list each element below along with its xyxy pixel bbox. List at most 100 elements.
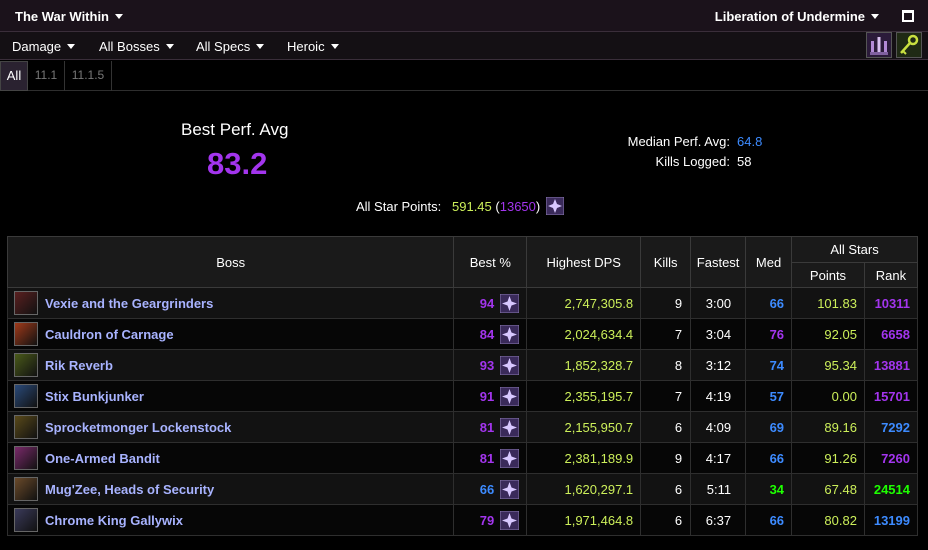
best-pct-value: 81 <box>479 419 495 435</box>
highest-dps-cell: 2,381,189.9 <box>526 442 642 474</box>
boss-cell: Cauldron of Carnage <box>6 318 455 350</box>
table-row: Sprocketmonger Lockenstock 81 2,155,950.7 6… <box>6 411 919 443</box>
expansion-label: The War Within <box>15 9 110 24</box>
kills-cell: 7 <box>640 380 692 412</box>
expansion-selector[interactable]: The War Within <box>15 9 124 24</box>
boss-name-link[interactable]: Chrome King Gallywix <box>45 513 183 528</box>
zone-label: Liberation of Undermine <box>714 9 865 24</box>
boss-name-link[interactable]: One-Armed Bandit <box>45 451 160 466</box>
allstar-rank: 13650 <box>499 199 536 214</box>
allstar-rank-cell: 13881 <box>863 349 919 381</box>
boss-rows: Vexie and the Geargrinders 94 2,747,305.8 9… <box>6 287 919 536</box>
spec-icon[interactable] <box>500 355 520 375</box>
allstar-rank-cell: 7292 <box>863 411 919 443</box>
tab-11-1-5[interactable]: 11.1.5 <box>65 61 112 91</box>
best-pct-wrap: 66 <box>454 479 526 499</box>
chevron-down-icon <box>165 44 174 50</box>
header-med[interactable]: Med <box>745 236 793 288</box>
chevron-down-icon <box>115 14 124 20</box>
kills-logged-value: 58 <box>737 154 752 169</box>
median-cell: 66 <box>745 442 793 474</box>
header-rank[interactable]: Rank <box>863 262 919 288</box>
header-boss[interactable]: Boss <box>6 236 455 288</box>
best-pct-value: 84 <box>479 326 495 342</box>
allstar-points-cell: 91.26 <box>791 442 865 474</box>
boss-name-link[interactable]: Cauldron of Carnage <box>45 327 174 342</box>
kills-cell: 9 <box>640 442 692 474</box>
best-pct-cell: 94 <box>453 287 528 319</box>
filter-bar: Damage All Bosses All Specs Heroic <box>0 32 928 60</box>
header-allstars: All Stars <box>791 236 918 263</box>
boss-cell: Sprocketmonger Lockenstock <box>6 411 455 443</box>
raid-icon[interactable] <box>866 32 892 58</box>
patch-tabs: All 11.1 11.1.5 <box>0 61 928 91</box>
boss-cell: Stix Bunkjunker <box>6 380 455 412</box>
filter-label: All Specs <box>196 39 251 54</box>
filter-label: Damage <box>12 39 62 54</box>
fastest-cell: 3:12 <box>690 349 747 381</box>
spec-icon[interactable] <box>500 510 520 530</box>
zone-selector[interactable]: Liberation of Undermine <box>715 9 879 24</box>
median-perf-label: Median Perf. Avg: <box>627 134 730 149</box>
allstar-icon[interactable] <box>545 196 565 216</box>
fastest-cell: 3:04 <box>690 318 747 350</box>
best-pct-cell: 84 <box>453 318 528 350</box>
tab-11-1[interactable]: 11.1 <box>28 61 65 91</box>
boss-name-link[interactable]: Vexie and the Geargrinders <box>45 296 213 311</box>
top-bar: The War Within Liberation of Undermine <box>0 0 928 32</box>
best-pct-cell: 81 <box>453 411 528 443</box>
tab-all[interactable]: All <box>0 61 28 91</box>
header-fastest[interactable]: Fastest <box>690 236 747 288</box>
filter-bosses[interactable]: All Bosses <box>99 39 174 54</box>
best-pct-wrap: 81 <box>454 417 526 437</box>
boss-cell-inner: One-Armed Bandit <box>8 446 453 470</box>
highest-dps-cell: 1,620,297.1 <box>526 473 642 505</box>
allstar-points-cell: 0.00 <box>791 380 865 412</box>
header-points[interactable]: Points <box>791 262 865 288</box>
best-pct-value: 93 <box>479 357 495 373</box>
kills-cell: 6 <box>640 411 692 443</box>
key-icon[interactable] <box>896 32 922 58</box>
boss-cell-inner: Chrome King Gallywix <box>8 508 453 532</box>
allstar-rank-cell: 13199 <box>863 504 919 536</box>
table-row: One-Armed Bandit 81 2,381,189.9 9 4:17 66 91.2… <box>6 442 919 474</box>
boss-name-link[interactable]: Stix Bunkjunker <box>45 389 144 404</box>
boss-cell-inner: Cauldron of Carnage <box>8 322 453 346</box>
boss-name-link[interactable]: Mug'Zee, Heads of Security <box>45 482 214 497</box>
table-row: Chrome King Gallywix 79 1,971,464.8 6 6:37 66… <box>6 504 919 536</box>
filter-specs[interactable]: All Specs <box>196 39 265 54</box>
allstar-rank-cell: 24514 <box>863 473 919 505</box>
median-cell: 74 <box>745 349 793 381</box>
kills-cell: 7 <box>640 318 692 350</box>
boss-cell: Chrome King Gallywix <box>6 504 455 536</box>
spec-icon[interactable] <box>500 386 520 406</box>
filter-label: All Bosses <box>99 39 160 54</box>
best-pct-cell: 91 <box>453 380 528 412</box>
spec-icon[interactable] <box>500 324 520 344</box>
best-perf-label: Best Perf. Avg <box>181 120 289 139</box>
allstar-points-cell: 89.16 <box>791 411 865 443</box>
chevron-down-icon <box>67 44 76 50</box>
kills-cell: 6 <box>640 473 692 505</box>
allstar-points: 591.45 <box>452 199 492 214</box>
spec-icon[interactable] <box>500 293 520 313</box>
summary-panel: Best Perf. Avg 83.2 Median Perf. Avg: 64… <box>0 91 928 231</box>
allstar-rank-cell: 10311 <box>863 287 919 319</box>
best-pct-wrap: 79 <box>454 510 526 530</box>
filter-difficulty[interactable]: Heroic <box>287 39 339 54</box>
header-dps[interactable]: Highest DPS <box>526 236 642 288</box>
best-pct-value: 66 <box>479 481 495 497</box>
header-best[interactable]: Best % <box>453 236 528 288</box>
fastest-cell: 5:11 <box>690 473 747 505</box>
maximize-icon[interactable] <box>902 10 914 22</box>
spec-icon[interactable] <box>500 417 520 437</box>
allstar-points-cell: 92.05 <box>791 318 865 350</box>
allstar-rank-cell: 15701 <box>863 380 919 412</box>
boss-name-link[interactable]: Rik Reverb <box>45 358 113 373</box>
boss-name-link[interactable]: Sprocketmonger Lockenstock <box>45 420 231 435</box>
header-kills[interactable]: Kills <box>640 236 692 288</box>
filter-metric[interactable]: Damage <box>12 39 76 54</box>
allstar-points-label: All Star Points: <box>356 199 442 214</box>
spec-icon[interactable] <box>500 479 520 499</box>
spec-icon[interactable] <box>500 448 520 468</box>
